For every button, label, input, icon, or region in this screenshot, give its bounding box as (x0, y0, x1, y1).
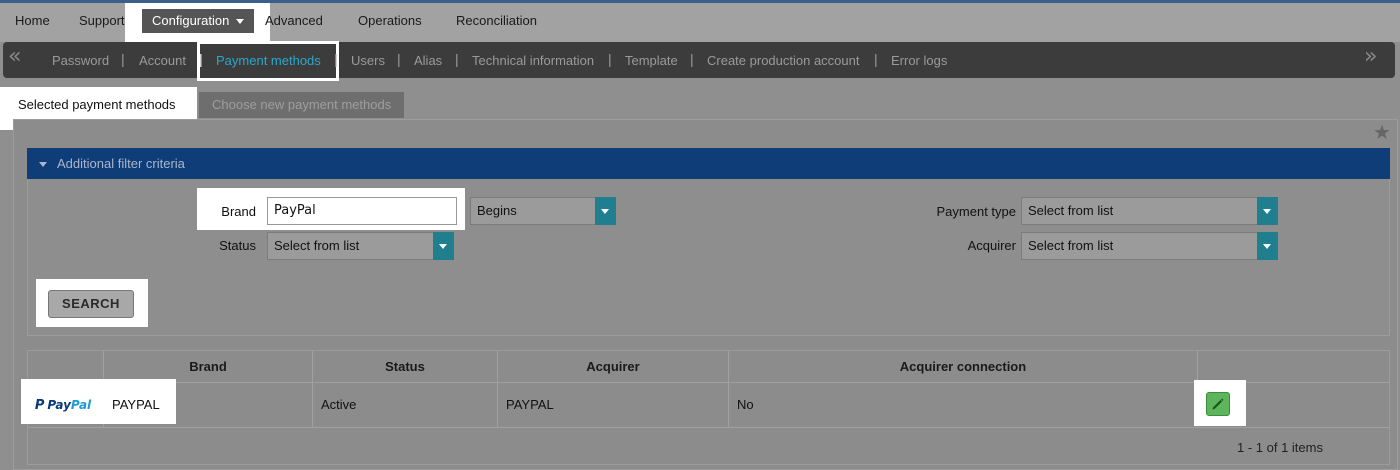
table-row[interactable] (28, 382, 1389, 428)
column-header-status[interactable]: Status (313, 351, 497, 382)
brand-match-value: Begins (477, 203, 517, 218)
double-chevron-left-icon[interactable]: « (8, 44, 21, 69)
caret-down-icon (39, 162, 47, 168)
pencil-icon (1212, 398, 1224, 410)
cell-brand: PAYPAL (112, 397, 160, 412)
subnav-password[interactable]: Password (52, 53, 109, 68)
subnav-template[interactable]: Template (625, 53, 678, 68)
menu-support[interactable]: Support (79, 9, 125, 33)
star-icon[interactable]: ★ (1373, 120, 1391, 144)
column-header-acquirer-connection[interactable]: Acquirer connection (729, 351, 1197, 382)
payment-type-label: Payment type (936, 204, 1017, 219)
status-select-value: Select from list (274, 238, 360, 253)
caret-down-icon (595, 197, 616, 225)
menu-reconciliation[interactable]: Reconciliation (456, 9, 537, 33)
cell-acquirer: PAYPAL (506, 397, 554, 412)
payment-type-select-value: Select from list (1028, 203, 1114, 218)
column-header-acquirer[interactable]: Acquirer (498, 351, 728, 382)
subnav-alias[interactable]: Alias (414, 53, 442, 68)
double-chevron-right-icon[interactable]: » (1364, 44, 1377, 69)
separator: | (334, 51, 338, 67)
tab-choose-new-payment-methods[interactable]: Choose new payment methods (199, 92, 405, 118)
subnav-users[interactable]: Users (351, 53, 385, 68)
subnav-account[interactable]: Account (139, 53, 186, 68)
subnav-error-logs[interactable]: Error logs (891, 53, 947, 68)
menu-advanced[interactable]: Advanced (265, 9, 323, 33)
caret-down-icon (236, 19, 245, 25)
pager-summary: 1 - 1 of 1 items (1237, 440, 1323, 455)
menu-home[interactable]: Home (15, 9, 50, 33)
cell-acquirer-connection: No (737, 397, 754, 412)
separator: | (121, 51, 125, 67)
tab-selected-payment-methods[interactable]: Selected payment methods (5, 92, 189, 118)
caret-down-icon (1257, 197, 1278, 225)
separator: | (690, 51, 694, 67)
status-select[interactable]: Select from list (267, 232, 454, 260)
edit-button[interactable] (1206, 392, 1230, 416)
paypal-logo-text-pal: Pal (70, 398, 92, 412)
brand-input[interactable]: PayPal (267, 197, 457, 225)
subnav-technical-information[interactable]: Technical information (472, 53, 594, 68)
separator: | (608, 51, 612, 67)
separator: | (199, 51, 203, 67)
menu-configuration-label: Configuration (152, 13, 230, 28)
acquirer-select-value: Select from list (1028, 238, 1114, 253)
status-label: Status (219, 238, 256, 253)
caret-down-icon (1257, 232, 1278, 260)
search-button[interactable]: SEARCH (48, 290, 134, 318)
separator: | (455, 51, 459, 67)
acquirer-select[interactable]: Select from list (1021, 232, 1278, 260)
filter-header-label: Additional filter criteria (57, 156, 185, 171)
subnav-create-production-account[interactable]: Create production account (707, 53, 859, 68)
separator: | (397, 51, 401, 67)
acquirer-label: Acquirer (967, 238, 1016, 253)
cell-status: Active (321, 397, 357, 412)
menu-configuration[interactable]: Configuration (142, 9, 255, 33)
filter-header[interactable]: Additional filter criteria (27, 148, 1390, 179)
menu-operations[interactable]: Operations (358, 9, 422, 33)
payment-type-select[interactable]: Select from list (1021, 197, 1278, 225)
brand-label: Brand (221, 204, 256, 219)
caret-down-icon (433, 232, 454, 260)
paypal-logo: P Pay Pal (34, 397, 92, 413)
paypal-logo-text-pay: Pay (47, 398, 71, 412)
column-header-brand[interactable]: Brand (104, 351, 312, 382)
brand-match-select[interactable]: Begins (470, 197, 616, 225)
separator: | (874, 51, 878, 67)
subnav-payment-methods[interactable]: Payment methods (216, 53, 321, 68)
